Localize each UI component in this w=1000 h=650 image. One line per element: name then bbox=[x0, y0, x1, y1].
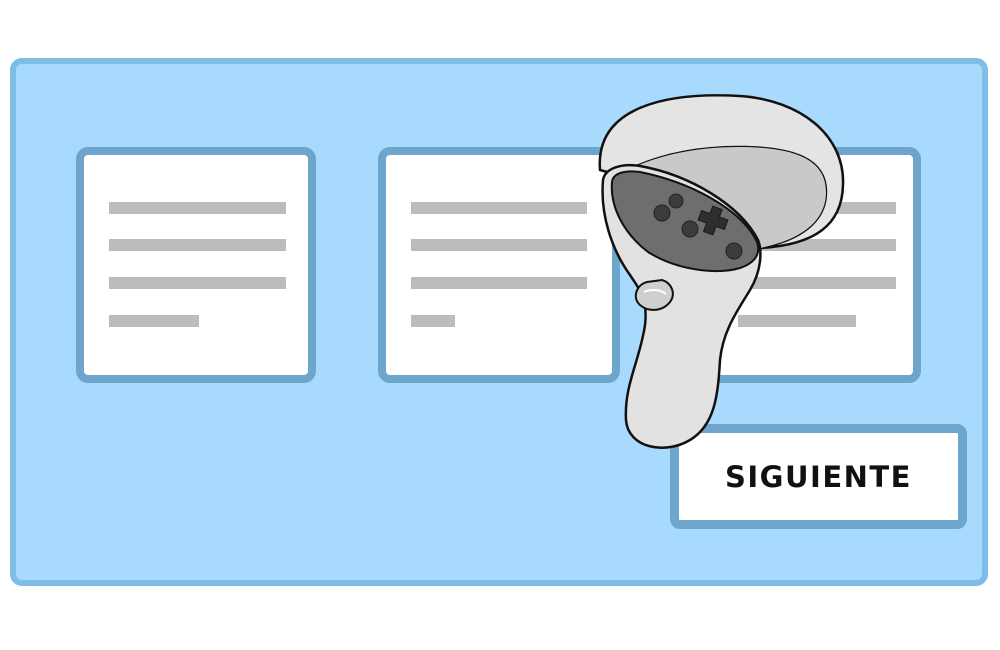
placeholder-text-line bbox=[109, 239, 286, 251]
placeholder-text-line bbox=[109, 277, 286, 289]
placeholder-text-line bbox=[738, 315, 856, 327]
vr-ui-stage: SIGUIENTE bbox=[0, 0, 1000, 650]
placeholder-text-line bbox=[411, 239, 587, 251]
next-button[interactable]: SIGUIENTE bbox=[670, 424, 967, 529]
placeholder-text-line bbox=[718, 202, 896, 214]
placeholder-text-line bbox=[411, 315, 455, 327]
content-card-3[interactable] bbox=[690, 147, 921, 383]
next-button-label: SIGUIENTE bbox=[725, 459, 912, 494]
placeholder-text-line bbox=[411, 202, 587, 214]
placeholder-text-line bbox=[718, 239, 896, 251]
content-card-2[interactable] bbox=[378, 147, 620, 383]
placeholder-text-line bbox=[109, 315, 199, 327]
content-card-1[interactable] bbox=[76, 147, 316, 383]
placeholder-text-line bbox=[109, 202, 286, 214]
placeholder-text-line bbox=[411, 277, 587, 289]
placeholder-text-line bbox=[718, 277, 896, 289]
